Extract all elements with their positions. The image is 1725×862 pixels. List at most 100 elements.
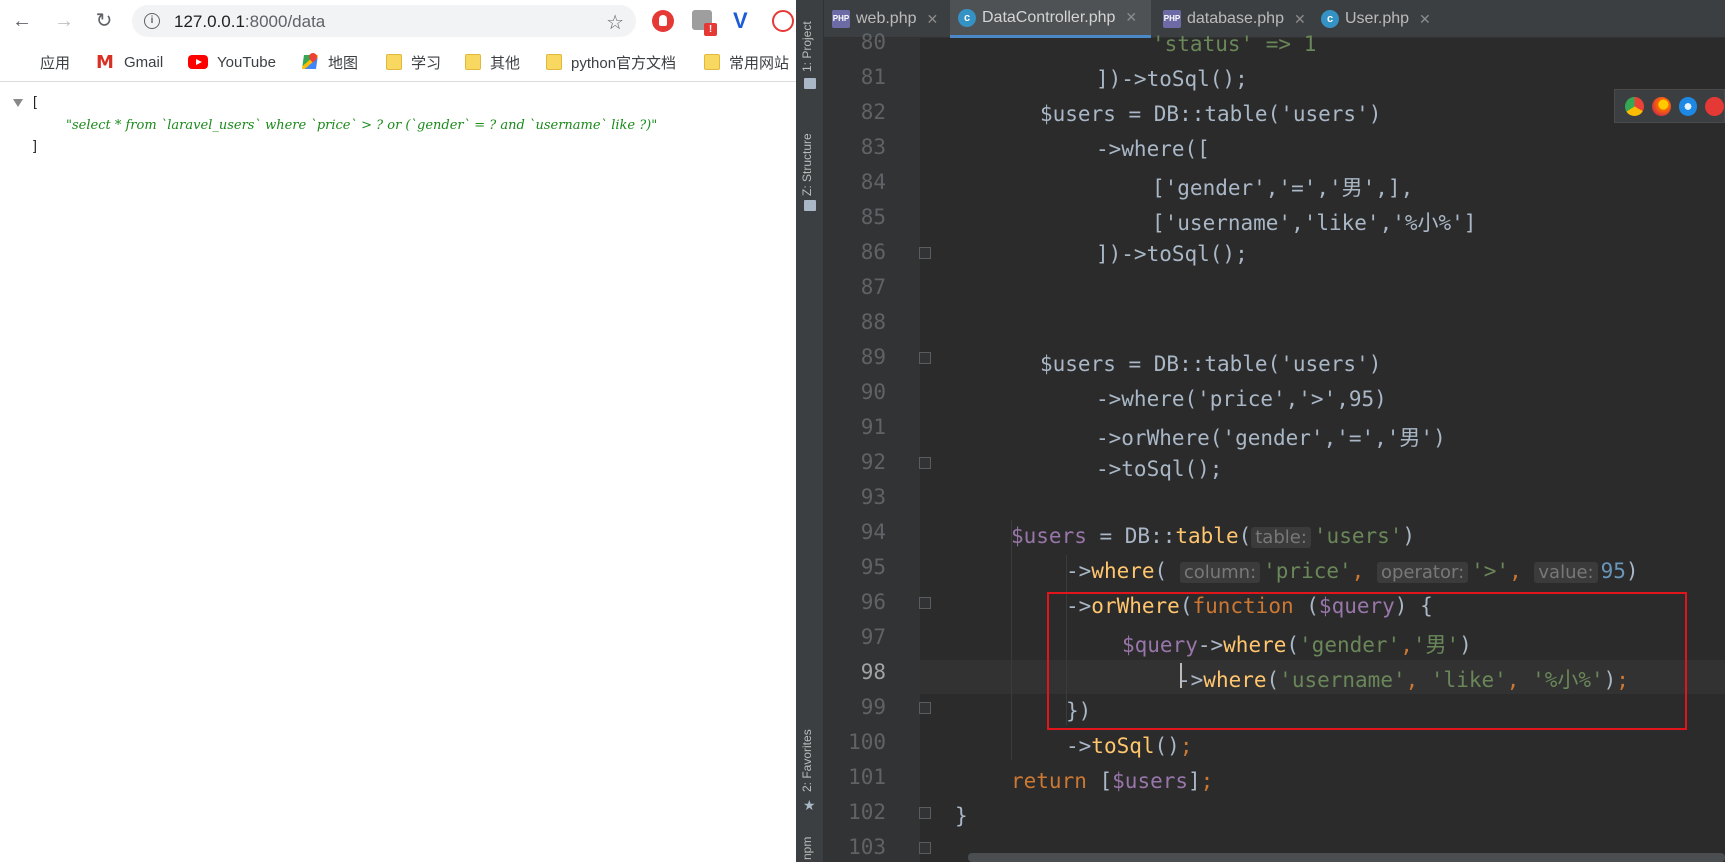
code-line-95: ->where( column:'price', operator: '>', v… bbox=[1066, 559, 1639, 583]
reload-button[interactable]: ↻ bbox=[92, 9, 116, 33]
line-number: 92 bbox=[860, 450, 886, 474]
code-line-92: ->toSql(); bbox=[1096, 457, 1223, 481]
extension-icon[interactable]: ! bbox=[692, 10, 717, 36]
line-number: 89 bbox=[860, 345, 886, 369]
line-number: 99 bbox=[860, 695, 886, 719]
maps-icon bbox=[303, 53, 319, 71]
folder-icon bbox=[465, 54, 481, 70]
project-icon bbox=[804, 78, 816, 89]
tool-window-stripe: 1: Project Z: Structure 2: Favorites ★ n… bbox=[796, 0, 824, 862]
apps-icon bbox=[14, 54, 31, 71]
address-bar[interactable]: i 127.0.0.1:8000/data ☆ bbox=[132, 5, 636, 37]
folder-icon bbox=[546, 54, 562, 70]
url-text[interactable]: 127.0.0.1:8000/data bbox=[174, 12, 325, 32]
line-number: 88 bbox=[860, 310, 886, 334]
php-file-icon: PHP bbox=[832, 10, 850, 28]
line-number: 83 bbox=[860, 135, 886, 159]
code-line-82: $users = DB::table('users') bbox=[1040, 102, 1382, 126]
bookmark-folder-python-docs[interactable]: python官方文档 bbox=[546, 52, 676, 72]
back-button[interactable]: ← bbox=[10, 9, 34, 33]
bookmark-folder-common-sites[interactable]: 常用网站 bbox=[704, 52, 789, 72]
fold-marker-icon[interactable] bbox=[919, 597, 931, 609]
favorites-star-icon: ★ bbox=[803, 797, 816, 813]
line-number: 84 bbox=[860, 170, 886, 194]
tab-user-php[interactable]: c User.php ✕ bbox=[1313, 0, 1433, 38]
folder-icon bbox=[386, 54, 402, 70]
code-line-101: return [$users]; bbox=[1011, 769, 1214, 793]
code-line-84: ['gender','=','男',], bbox=[1152, 176, 1414, 200]
bookmark-folder-study[interactable]: 学习 bbox=[386, 52, 441, 72]
line-number: 103 bbox=[848, 835, 886, 859]
browser-toolbar: ← → ↻ i 127.0.0.1:8000/data ☆ ! V bbox=[0, 0, 796, 42]
code-line-81: ])->toSql(); bbox=[1096, 67, 1248, 91]
line-number: 81 bbox=[860, 65, 886, 89]
php-file-icon: PHP bbox=[1163, 10, 1181, 28]
json-collapse-toggle-icon[interactable] bbox=[13, 99, 23, 107]
bookmark-apps[interactable]: 应用 bbox=[14, 52, 70, 72]
gmail-icon bbox=[95, 52, 115, 73]
line-number: 97 bbox=[860, 625, 886, 649]
param-hint: column: bbox=[1179, 562, 1261, 583]
param-hint: operator: bbox=[1376, 562, 1469, 583]
fold-marker-icon[interactable] bbox=[919, 352, 931, 364]
bookmark-gmail[interactable]: Gmail bbox=[95, 52, 163, 73]
code-line-98: ->where('username', 'like', '%小%'); bbox=[1178, 668, 1629, 692]
opera-icon[interactable] bbox=[1705, 96, 1724, 116]
code-line-80: 'status' => 1 bbox=[1152, 32, 1317, 56]
favorites-tool-button[interactable]: 2: Favorites bbox=[800, 720, 814, 792]
line-number: 82 bbox=[860, 100, 886, 124]
class-file-icon: c bbox=[958, 8, 976, 27]
youtube-icon bbox=[188, 55, 208, 69]
bookmark-star-icon[interactable]: ☆ bbox=[606, 10, 624, 35]
tab-datacontroller-php[interactable]: c DataController.php ✕ bbox=[950, 0, 1151, 38]
code-line-100: ->toSql(); bbox=[1066, 734, 1193, 758]
close-tab-icon[interactable]: ✕ bbox=[1294, 11, 1306, 28]
line-number: 100 bbox=[848, 730, 886, 754]
forward-button[interactable]: → bbox=[52, 9, 76, 33]
fold-marker-icon[interactable] bbox=[919, 457, 931, 469]
code-line-94: $users = DB::table(table:'users') bbox=[1011, 524, 1416, 548]
fold-marker-icon[interactable] bbox=[919, 247, 931, 259]
bookmark-maps[interactable]: 地图 bbox=[303, 52, 358, 72]
param-hint: table: bbox=[1251, 527, 1311, 548]
param-hint: value: bbox=[1534, 562, 1598, 583]
close-tab-icon[interactable]: ✕ bbox=[1125, 9, 1137, 26]
code-line-83: ->where([ bbox=[1096, 137, 1210, 161]
extension-icon[interactable] bbox=[772, 10, 794, 32]
adblock-extension-icon[interactable] bbox=[652, 10, 674, 32]
firefox-icon[interactable] bbox=[1651, 96, 1671, 116]
fold-marker-icon[interactable] bbox=[919, 807, 931, 819]
close-tab-icon[interactable]: ✕ bbox=[927, 11, 939, 28]
code-line-89: $users = DB::table('users') bbox=[1040, 352, 1382, 376]
code-line-90: ->where('price','>',95) bbox=[1096, 387, 1387, 411]
fold-marker-icon[interactable] bbox=[919, 842, 931, 854]
line-number: 85 bbox=[860, 205, 886, 229]
code-line-96: ->orWhere(function ($query) { bbox=[1066, 594, 1433, 618]
line-number: 93 bbox=[860, 485, 886, 509]
text-caret bbox=[1180, 663, 1182, 688]
fold-marker-icon[interactable] bbox=[919, 702, 931, 714]
safari-icon[interactable] bbox=[1678, 96, 1698, 116]
json-close-bracket: ] bbox=[33, 137, 37, 153]
bookmark-youtube[interactable]: YouTube bbox=[188, 52, 276, 72]
project-tool-button[interactable]: 1: Project bbox=[800, 10, 814, 72]
horizontal-scrollbar[interactable] bbox=[968, 853, 1725, 862]
code-line-86: ])->toSql(); bbox=[1096, 242, 1248, 266]
line-number: 91 bbox=[860, 415, 886, 439]
bookmark-folder-other[interactable]: 其他 bbox=[465, 52, 520, 72]
npm-tool-button[interactable]: npm bbox=[800, 830, 814, 860]
chrome-icon[interactable] bbox=[1625, 96, 1644, 116]
site-info-icon[interactable]: i bbox=[144, 13, 160, 29]
browser-window: ← → ↻ i 127.0.0.1:8000/data ☆ ! V 应用 Gma… bbox=[0, 0, 796, 862]
code-line-91: ->orWhere('gender','=','男') bbox=[1096, 426, 1446, 450]
code-line-85: ['username','like','%小%'] bbox=[1152, 211, 1477, 235]
line-number: 96 bbox=[860, 590, 886, 614]
json-string-value: "select * from `laravel_users` where `pr… bbox=[66, 118, 658, 133]
line-number: 98 bbox=[860, 660, 886, 684]
line-number: 95 bbox=[860, 555, 886, 579]
code-line-99: }) bbox=[1066, 699, 1092, 723]
indent-guide bbox=[1066, 555, 1067, 725]
structure-tool-button[interactable]: Z: Structure bbox=[800, 118, 814, 196]
close-tab-icon[interactable]: ✕ bbox=[1419, 11, 1431, 28]
vue-devtools-extension-icon[interactable]: V bbox=[733, 10, 755, 32]
